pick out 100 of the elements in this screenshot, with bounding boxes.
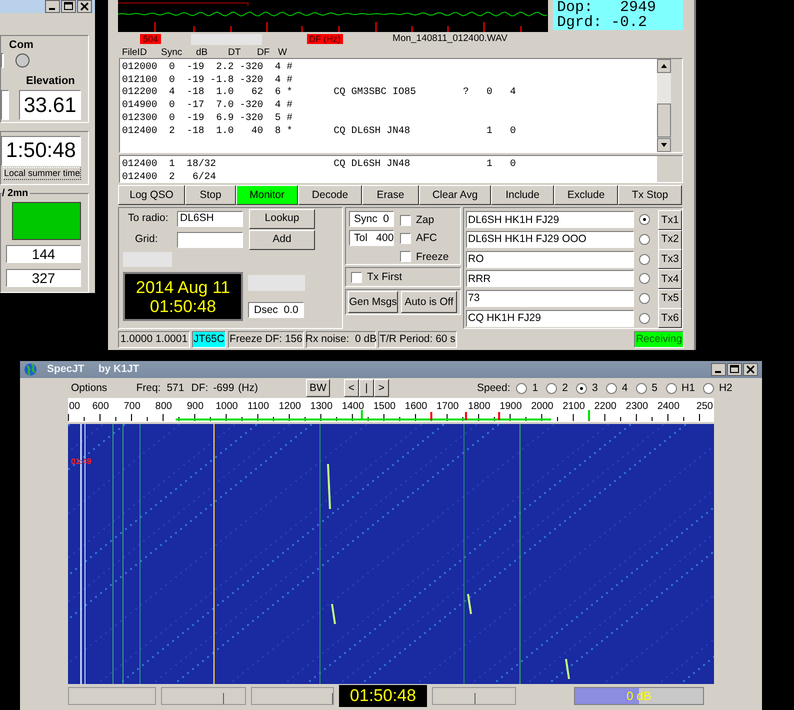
toolbar-button[interactable]: Monitor (236, 185, 298, 205)
gen-msgs-button[interactable]: Gen Msgs (348, 291, 398, 313)
radio-button[interactable] (639, 273, 650, 284)
freq-value: 571 (166, 382, 184, 394)
decode-row-text: 012100 0 -19 -1.8 -320 4 # (122, 74, 294, 86)
sync-field[interactable]: Sync 0 (349, 211, 394, 227)
tx-button[interactable]: Tx3 (658, 249, 682, 270)
status-field: Freeze DF: 156 (228, 331, 304, 348)
checkbox[interactable] (400, 251, 411, 262)
globe-icon (24, 363, 37, 376)
gain-reading: 0 dB (626, 688, 652, 704)
tx-button[interactable]: Tx6 (658, 308, 682, 328)
tx-button[interactable]: Tx4 (658, 268, 682, 289)
decode-row-text: 012400 2 -18 1.0 40 8 * CQ DL6SH JN48 1 0 (122, 124, 517, 138)
radio-button[interactable] (639, 293, 650, 304)
toolbar-button[interactable]: Include (491, 185, 554, 205)
freq-label: Freq: (136, 382, 161, 394)
toolbar-button[interactable]: Clear Avg (419, 185, 491, 205)
column-header: W (278, 46, 288, 58)
unit-label: (Hz) (238, 382, 258, 394)
value-field: 144 (6, 245, 81, 264)
radio-button[interactable] (639, 254, 650, 265)
radio-button[interactable] (516, 382, 528, 394)
tx-button[interactable]: Tx2 (658, 230, 682, 250)
callsign-field[interactable]: DL6SH (177, 210, 243, 226)
close-icon (743, 363, 758, 376)
toolbar-button[interactable]: Decode (298, 185, 362, 205)
scale-label: 1000 (216, 401, 238, 412)
window-title: SpecJT (47, 363, 84, 376)
column-header: FileID (122, 46, 148, 58)
clock-display: 01:50:48 (339, 685, 427, 707)
message-field[interactable]: CQ HK1H FJ29 (466, 310, 634, 327)
status-light (12, 202, 81, 240)
message-field[interactable]: RO (466, 250, 634, 268)
scale-label: 1300 (310, 401, 333, 412)
blank-bar (191, 34, 262, 44)
radio-button[interactable] (576, 382, 587, 394)
toolbar-button[interactable]: Log QSO (118, 185, 185, 205)
date-display: 2014 Aug 11 (136, 278, 230, 296)
decode-row-text: 014900 0 -17 7.0 -320 4 # (122, 99, 294, 112)
tx-button[interactable]: Tx5 (658, 288, 682, 309)
column-header: DF (257, 46, 271, 58)
summer-time-button[interactable]: Local summer time (3, 166, 81, 180)
decode-row-text: 012000 0 -19 2.2 -320 4 # (122, 61, 294, 74)
speed-option: 2 (562, 382, 568, 394)
maximize-icon (727, 363, 742, 376)
message-field[interactable]: DL6SH HK1H FJ29 (466, 211, 634, 228)
speed-option: 1 (532, 382, 538, 394)
radio-button[interactable] (639, 234, 650, 246)
radio-button[interactable] (666, 382, 676, 394)
scale-label: 1500 (373, 401, 396, 412)
toolbar-button[interactable]: Erase (362, 185, 419, 205)
to-radio-label: To radio: (127, 212, 170, 225)
minimize-icon (711, 363, 726, 376)
bw-button[interactable]: BW (306, 379, 330, 397)
radio-button[interactable] (636, 382, 647, 394)
scale-label: 1100 (248, 401, 270, 412)
radio-button[interactable] (606, 382, 617, 394)
options-menu[interactable]: Options (71, 382, 108, 394)
decode-row-text: 012400 1 18/32 CQ DL6SH JN48 1 0 (122, 158, 517, 171)
radio-button[interactable] (702, 382, 714, 394)
speed-option: 3 (592, 382, 598, 394)
tolerance-field[interactable]: Tol 400 (349, 230, 394, 246)
scale-label: 1400 (342, 401, 364, 412)
grid-field[interactable] (177, 232, 243, 248)
message-field[interactable]: 73 (466, 290, 634, 308)
checkbox[interactable] (351, 272, 362, 282)
scale-label: 900 (186, 401, 204, 412)
elevation-label: Elevation (26, 75, 76, 88)
lookup-button[interactable]: Lookup (249, 208, 315, 228)
add-button[interactable]: Add (249, 230, 315, 250)
time-display: 01:50:48 (150, 296, 216, 316)
radio-button[interactable] (546, 382, 558, 394)
checkbox[interactable] (400, 232, 411, 244)
nav-button[interactable]: < (344, 379, 359, 397)
indicator-icon (15, 52, 30, 68)
column-header: dB (196, 46, 209, 58)
checkbox[interactable] (400, 214, 411, 226)
toolbar-button[interactable]: Exclude (554, 185, 618, 205)
nav-button[interactable]: | (359, 379, 374, 397)
file-name: Mon_140811_012400.WAV (392, 33, 508, 45)
message-field[interactable]: RRR (466, 270, 634, 288)
radio-button[interactable] (639, 312, 650, 324)
doppler-readout: Dop: 2949 (557, 0, 658, 15)
tx-button[interactable]: Tx1 (658, 210, 682, 230)
auto-button[interactable]: Auto is Off (401, 291, 457, 313)
nav-button[interactable]: > (374, 379, 389, 397)
message-field[interactable]: DL6SH HK1H FJ29 OOO (466, 231, 634, 248)
status-field: JT65C (192, 331, 226, 348)
decode-row-text: 012300 0 -19 6.9 -320 5 # (122, 112, 294, 125)
scale-label: 600 (92, 401, 109, 412)
scale-label: 2100 (562, 401, 585, 412)
decode-row-text: 012400 2 6/24 (122, 170, 218, 184)
toolbar-button[interactable]: Tx Stop (618, 185, 682, 205)
speed-option: 4 (622, 382, 628, 394)
radio-button[interactable] (639, 214, 650, 226)
toolbar-button[interactable]: Stop (185, 185, 236, 205)
blank-panel (248, 275, 305, 291)
elevation-value: 33.61 (19, 90, 81, 120)
scale-label: 250 (696, 401, 713, 412)
